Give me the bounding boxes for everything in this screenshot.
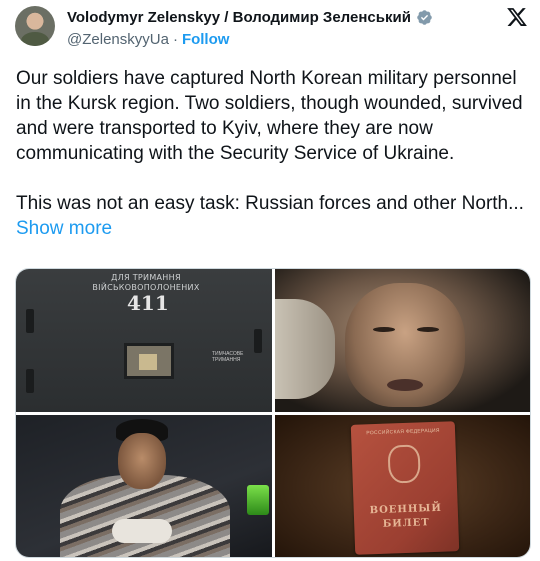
door-sign-text: ДЛЯ ТРИМАННЯ ВІЙСЬКОВОПОЛОНЕНИХ [92, 273, 200, 292]
author-display-name[interactable]: Volodymyr Zelenskyy / Володимир Зеленськ… [67, 9, 411, 26]
author-handle[interactable]: @ZelenskyyUa [67, 31, 169, 48]
author-name-row: Volodymyr Zelenskyy / Володимир Зеленськ… [67, 9, 433, 26]
bandaged-hand [112, 519, 172, 543]
emblem-icon [387, 444, 421, 484]
tweet-paragraph-text: This was not an easy task: Russian force… [16, 193, 524, 214]
tweet-paragraph: Our soldiers have captured North Korean … [16, 68, 523, 164]
photo-cell-passport[interactable]: РОССИЙСКАЯ ФЕДЕРАЦИЯ ВОЕННЫЙ БИЛЕТ [275, 415, 530, 557]
door-hinge [26, 309, 34, 333]
follow-button[interactable]: Follow [182, 31, 230, 48]
door-window [124, 343, 174, 379]
passport-title: ВОЕННЫЙ БИЛЕТ [360, 501, 453, 532]
tweet-text: Our soldiers have captured North Korean … [16, 66, 528, 241]
eye [417, 327, 439, 332]
door-latch [254, 329, 262, 353]
green-cup [247, 485, 269, 515]
x-logo-icon[interactable] [506, 6, 528, 28]
door-hinge [26, 369, 34, 393]
head [118, 433, 166, 489]
media-grid: ДЛЯ ТРИМАННЯ ВІЙСЬКОВОПОЛОНЕНИХ 411 ТИМЧ… [15, 268, 531, 558]
avatar[interactable] [15, 6, 55, 46]
eye [373, 327, 395, 332]
door-number: 411 [127, 291, 169, 315]
door-label-text: ТИМЧАСОВЕ ТРИМАННЯ [212, 351, 244, 363]
bandage [275, 299, 335, 399]
lips [387, 379, 423, 391]
military-id-booklet: РОССИЙСКАЯ ФЕДЕРАЦИЯ ВОЕННЫЙ БИЛЕТ [350, 421, 460, 555]
passport-top-text: РОССИЙСКАЯ ФЕДЕРАЦИЯ [366, 427, 440, 437]
tweet: Volodymyr Zelenskyy / Володимир Зеленськ… [0, 0, 540, 561]
photo-cell-soldier[interactable] [16, 415, 272, 557]
verified-badge-icon [417, 10, 432, 25]
author-handle-row: @ZelenskyyUa · Follow [67, 31, 229, 48]
show-more-link[interactable]: Show more [16, 218, 112, 239]
photo-cell-door[interactable]: ДЛЯ ТРИМАННЯ ВІЙСЬКОВОПОЛОНЕНИХ 411 ТИМЧ… [16, 269, 272, 412]
photo-cell-face[interactable] [275, 269, 530, 412]
tweet-paragraph-truncated: This was not an easy task: Russian force… [16, 191, 528, 241]
face [345, 283, 465, 407]
separator-dot: · [172, 31, 178, 48]
